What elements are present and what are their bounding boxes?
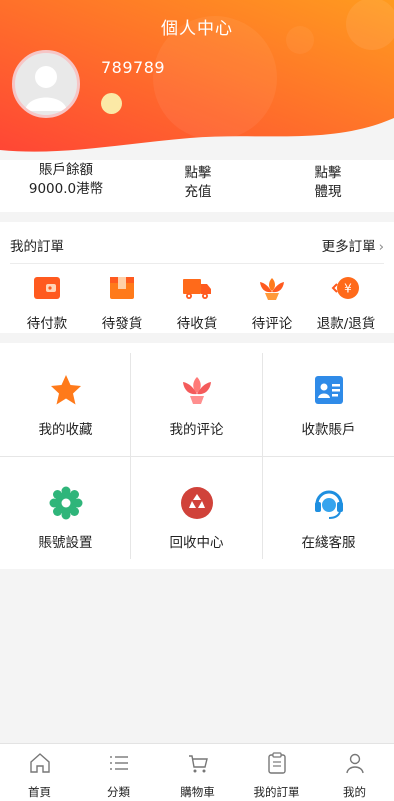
order-status-pending-payment[interactable]: 待付款 [8, 274, 86, 332]
recharge-line2: 充值 [184, 184, 212, 200]
grid-item-favorites[interactable]: 我的收藏 [0, 343, 131, 456]
grid-item-account-settings[interactable]: 賬號設置 [0, 456, 131, 569]
chevron-right-icon: › [378, 239, 384, 255]
grid-item-label: 賬號設置 [38, 535, 93, 551]
more-orders-label: 更多訂單 [321, 239, 376, 255]
wallet-icon [34, 277, 60, 299]
withdraw-line2: 體現 [314, 184, 342, 200]
level-badge-icon [101, 93, 122, 114]
avatar[interactable] [12, 50, 80, 118]
order-status-pending-receipt[interactable]: 待收貨 [158, 274, 236, 332]
tab-categories[interactable]: 分類 [79, 744, 158, 801]
recharge-line1: 點擊 [184, 165, 212, 181]
tab-me[interactable]: 我的 [315, 744, 394, 801]
my-orders-section: 我的訂單 更多訂單 › 待付款 待發貨 待收貨 待评论 ¥ 退款/退貨 [0, 222, 394, 333]
contact-card-icon [314, 376, 343, 404]
order-status-pending-review[interactable]: 待评论 [233, 274, 311, 332]
grid-item-label: 回收中心 [169, 535, 224, 551]
grid-item-label: 在綫客服 [301, 535, 356, 551]
svg-text:¥: ¥ [344, 282, 352, 296]
services-grid: 我的收藏 我的评论 收款賬戶 賬號設置 回收中心 在綫客服 [0, 343, 394, 569]
grid-item-online-support[interactable]: 在綫客服 [263, 456, 394, 569]
list-icon [109, 756, 128, 770]
avatar-person-icon [25, 66, 67, 111]
order-status-label: 待發貨 [101, 316, 143, 332]
page-title: 個人中心 [161, 19, 233, 39]
grid-item-label: 我的收藏 [38, 422, 93, 438]
order-status-pending-shipment[interactable]: 待發貨 [83, 274, 161, 332]
more-orders-link[interactable]: 更多訂單 › [322, 235, 384, 255]
tab-label: 首頁 [28, 785, 51, 799]
star-icon [50, 375, 81, 405]
my-orders-header: 我的訂單 更多訂單 › [10, 222, 384, 264]
gear-icon [49, 486, 82, 520]
order-status-label: 待评论 [251, 316, 293, 332]
recycle-icon [180, 487, 213, 519]
account-balance-value: 9000.0港幣 [28, 181, 104, 197]
account-balance: 賬戶餘額 9000.0港幣 [10, 161, 122, 199]
grid-item-label: 收款賬戶 [301, 422, 356, 438]
account-balance-label: 賬戶餘額 [39, 162, 93, 178]
order-status-refund-return[interactable]: ¥ 退款/退貨 [307, 274, 385, 332]
withdraw-button[interactable]: 點擊 體現 [272, 164, 384, 202]
tab-cart[interactable]: 購物車 [158, 744, 237, 801]
tab-label: 分類 [107, 785, 130, 799]
grid-item-label: 我的评论 [169, 422, 224, 438]
tab-home[interactable]: 首頁 [0, 744, 79, 801]
grid-item-my-reviews[interactable]: 我的评论 [131, 343, 262, 456]
username: 789789 [101, 58, 166, 77]
tab-label: 購物車 [180, 785, 215, 799]
order-status-label: 待收貨 [176, 316, 218, 332]
flower-icon [260, 278, 284, 300]
grid-item-recycling-center[interactable]: 回收中心 [131, 456, 262, 569]
tab-label: 我的訂單 [253, 785, 300, 799]
home-icon [29, 753, 50, 773]
withdraw-line1: 點擊 [314, 165, 342, 181]
balance-bar: 賬戶餘額 9000.0港幣 點擊 充值 點擊 體現 [0, 160, 394, 212]
flower-icon [182, 377, 211, 404]
package-icon [110, 277, 134, 299]
clipboard-icon [267, 752, 286, 774]
grid-item-payment-account[interactable]: 收款賬戶 [263, 343, 394, 456]
cart-icon [188, 755, 208, 773]
person-icon [345, 753, 364, 774]
order-status-label: 退款/退貨 [316, 316, 376, 332]
order-status-label: 待付款 [26, 316, 68, 332]
my-orders-title: 我的訂單 [10, 239, 64, 255]
truck-icon [183, 279, 211, 299]
recharge-button[interactable]: 點擊 充值 [142, 164, 254, 202]
headset-icon [314, 490, 343, 519]
tab-my-orders[interactable]: 我的訂單 [237, 744, 316, 801]
bottom-tab-bar: 首頁 分類 購物車 我的訂單 我的 [0, 743, 394, 801]
tab-label: 我的 [343, 785, 366, 799]
refund-icon: ¥ [331, 277, 359, 299]
profile-header: 個人中心 789789 [0, 0, 394, 160]
